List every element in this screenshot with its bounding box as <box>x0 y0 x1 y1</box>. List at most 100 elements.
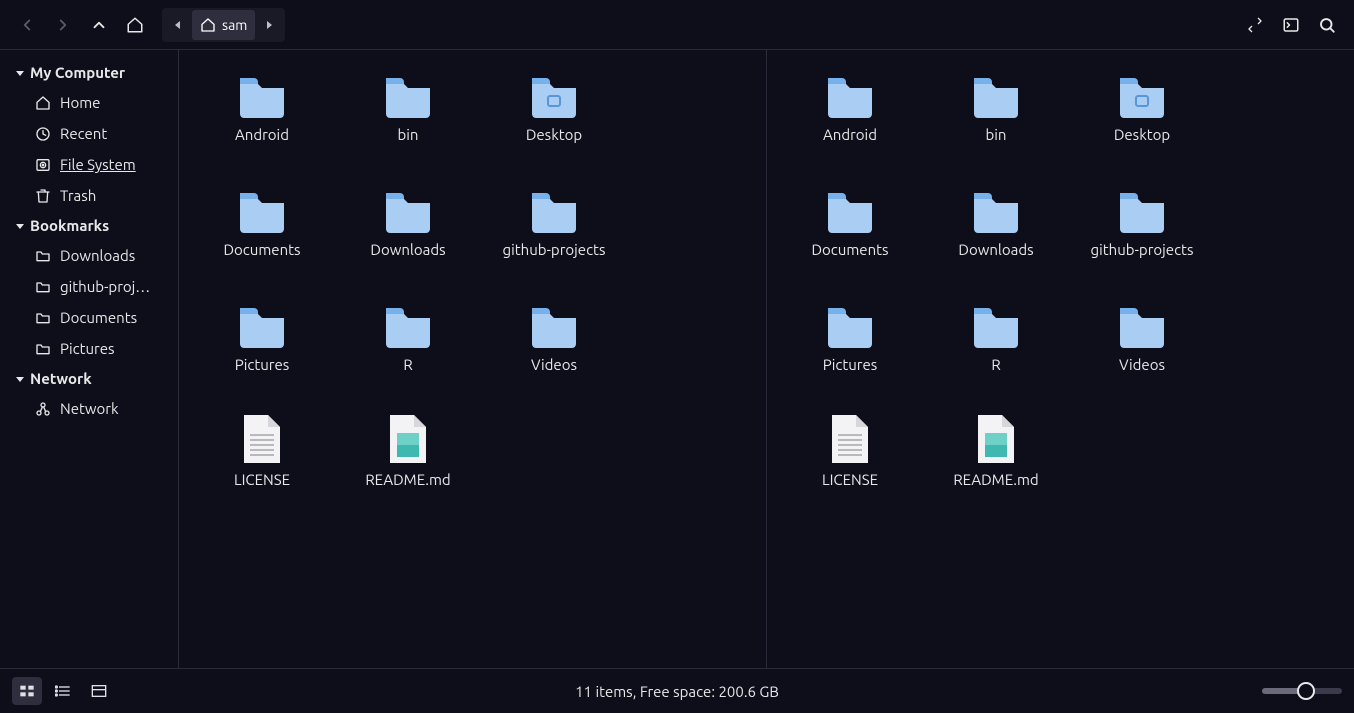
nav-forward-button[interactable] <box>46 8 80 42</box>
file-item[interactable]: README.md <box>923 409 1069 494</box>
zoom-slider[interactable] <box>1262 688 1342 694</box>
folder-item[interactable]: Videos <box>481 294 627 379</box>
file-item[interactable]: LICENSE <box>189 409 335 494</box>
item-label: Desktop <box>1114 126 1170 143</box>
path-prev-button[interactable] <box>164 10 192 40</box>
folder-icon <box>382 298 434 350</box>
folder-marked-icon <box>528 68 580 120</box>
folder-item[interactable]: Desktop <box>1069 64 1215 149</box>
folder-icon <box>34 341 52 357</box>
sidebar-item-label: Documents <box>60 309 137 326</box>
item-label: Desktop <box>526 126 582 143</box>
sidebar-item-label: github-proj… <box>60 278 150 295</box>
item-label: R <box>991 356 1000 373</box>
folder-item[interactable]: Videos <box>1069 294 1215 379</box>
folder-icon <box>236 298 288 350</box>
path-segment-label: sam <box>222 17 247 33</box>
folder-icon <box>382 68 434 120</box>
folder-item[interactable]: github-projects <box>1069 179 1215 264</box>
folder-icon <box>528 183 580 235</box>
trash-icon <box>34 188 52 204</box>
folder-icon <box>1116 298 1168 350</box>
folder-icon <box>34 248 52 264</box>
toggle-location-button[interactable] <box>1238 8 1272 42</box>
view-icons-button[interactable] <box>12 677 42 705</box>
sidebar-item[interactable]: Documents <box>0 302 178 333</box>
home-icon <box>34 95 52 111</box>
path-segment-current[interactable]: sam <box>192 10 255 40</box>
folder-icon <box>34 279 52 295</box>
folder-marked-icon <box>1116 68 1168 120</box>
status-bar: 11 items, Free space: 200.6 GB <box>0 669 1354 713</box>
sidebar-item[interactable]: Home <box>0 87 178 118</box>
sidebar-item-label: File System <box>60 156 136 173</box>
pane-right[interactable]: Android bin Desktop Documents Downloads … <box>766 50 1354 668</box>
sidebar-item[interactable]: github-proj… <box>0 271 178 302</box>
zoom-knob[interactable] <box>1297 682 1315 700</box>
folder-item[interactable]: Android <box>189 64 335 149</box>
sidebar-section-header[interactable]: Network <box>0 364 178 393</box>
folder-item[interactable]: Downloads <box>923 179 1069 264</box>
new-terminal-button[interactable] <box>1274 8 1308 42</box>
sidebar-section-label: Bookmarks <box>30 217 109 234</box>
status-text: 11 items, Free space: 200.6 GB <box>0 683 1354 700</box>
item-label: bin <box>986 126 1007 143</box>
sidebar-item[interactable]: Recent <box>0 118 178 149</box>
caret-down-icon <box>14 220 26 232</box>
folder-icon <box>382 183 434 235</box>
item-label: Downloads <box>370 241 445 258</box>
folder-item[interactable]: github-projects <box>481 179 627 264</box>
view-compact-button[interactable] <box>84 677 114 705</box>
folder-icon <box>970 183 1022 235</box>
pane-left[interactable]: Android bin Desktop Documents Downloads … <box>178 50 766 668</box>
file-item[interactable]: LICENSE <box>777 409 923 494</box>
nav-home-button[interactable] <box>118 8 152 42</box>
sidebar-item-label: Recent <box>60 125 107 142</box>
file-image-icon <box>970 413 1022 465</box>
sidebar-item-label: Pictures <box>60 340 115 357</box>
file-text-icon <box>824 413 876 465</box>
recent-icon <box>34 126 52 142</box>
sidebar-section-header[interactable]: My Computer <box>0 58 178 87</box>
item-label: R <box>403 356 412 373</box>
folder-item[interactable]: Documents <box>189 179 335 264</box>
item-label: bin <box>398 126 419 143</box>
folder-item[interactable]: Documents <box>777 179 923 264</box>
folder-item[interactable]: Pictures <box>189 294 335 379</box>
folder-item[interactable]: R <box>923 294 1069 379</box>
folder-item[interactable]: Desktop <box>481 64 627 149</box>
sidebar-item[interactable]: File System <box>0 149 178 180</box>
folder-icon <box>824 183 876 235</box>
folder-icon <box>1116 183 1168 235</box>
item-label: Pictures <box>235 356 290 373</box>
folder-icon <box>34 310 52 326</box>
view-list-button[interactable] <box>48 677 78 705</box>
search-button[interactable] <box>1310 8 1344 42</box>
sidebar-item[interactable]: Network <box>0 393 178 424</box>
nav-up-button[interactable] <box>82 8 116 42</box>
sidebar-item[interactable]: Pictures <box>0 333 178 364</box>
sidebar-section-label: Network <box>30 370 92 387</box>
file-item[interactable]: README.md <box>335 409 481 494</box>
folder-item[interactable]: Android <box>777 64 923 149</box>
caret-down-icon <box>14 373 26 385</box>
home-icon <box>200 17 216 33</box>
sidebar-section-header[interactable]: Bookmarks <box>0 211 178 240</box>
folder-item[interactable]: Downloads <box>335 179 481 264</box>
sidebar-item[interactable]: Trash <box>0 180 178 211</box>
item-label: Android <box>235 126 289 143</box>
folder-item[interactable]: Pictures <box>777 294 923 379</box>
nav-back-button[interactable] <box>10 8 44 42</box>
path-next-button[interactable] <box>255 10 283 40</box>
folder-icon <box>824 298 876 350</box>
sidebar-item-label: Trash <box>60 187 96 204</box>
sidebar-item[interactable]: Downloads <box>0 240 178 271</box>
item-label: Videos <box>531 356 577 373</box>
folder-item[interactable]: R <box>335 294 481 379</box>
folder-icon <box>970 68 1022 120</box>
folder-item[interactable]: bin <box>335 64 481 149</box>
folder-item[interactable]: bin <box>923 64 1069 149</box>
item-label: Android <box>823 126 877 143</box>
sidebar-section-label: My Computer <box>30 64 125 81</box>
item-label: Documents <box>223 241 300 258</box>
